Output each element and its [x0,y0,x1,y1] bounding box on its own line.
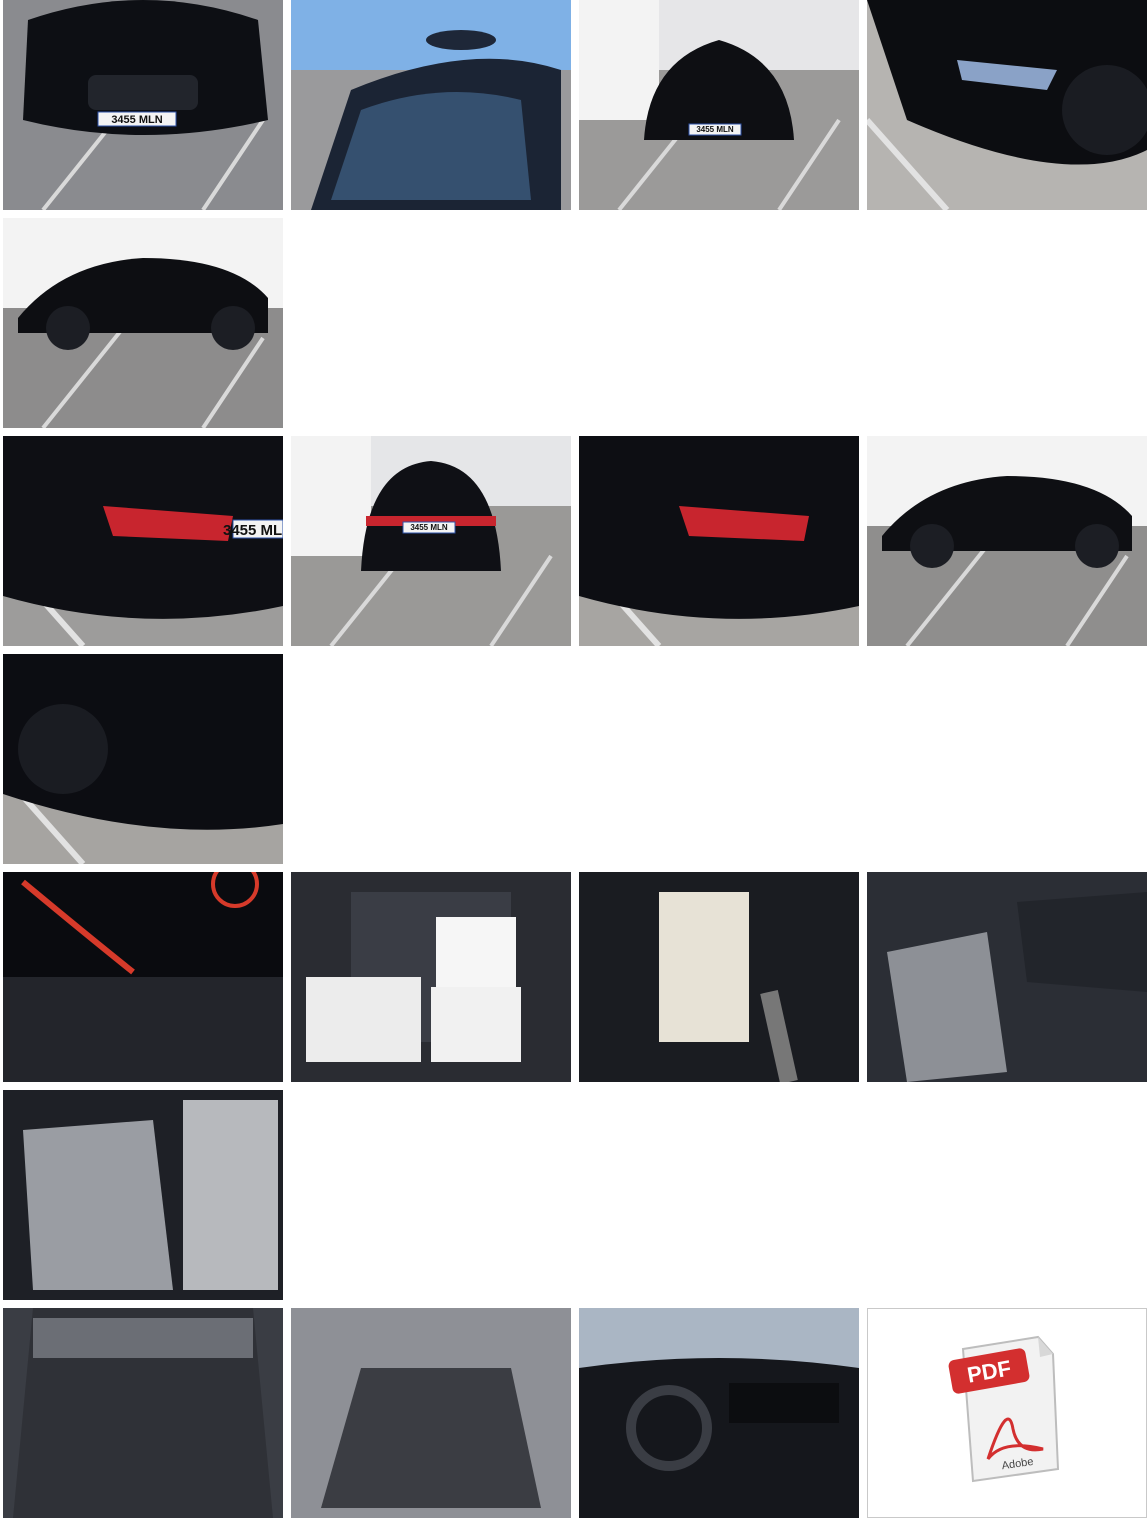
trunk-floor-photo [291,1308,571,1518]
gallery-photo[interactable]: 3455 MLN [579,0,859,210]
svg-text:3455 MLN: 3455 MLN [111,114,162,126]
gallery-photo[interactable]: 3455 MLN [291,436,571,646]
photo-gallery: 3455 MLN 3455 MLN 3455 MLN 3455 MLN PDFAdobe [0,0,1148,1521]
pdf-download-link[interactable]: PDF Adobe [867,1308,1147,1518]
gallery-photo[interactable] [3,872,283,1082]
gallery-photo[interactable] [867,0,1147,210]
car-front-photo: 3455 MLN [579,0,859,210]
car-front-corner-photo [3,654,283,864]
gallery-photo[interactable] [867,436,1147,646]
gallery-photo[interactable] [3,218,283,428]
license-plate: 3455 MLN [223,519,283,539]
car-rear-corner-photo [579,436,859,646]
rear-seats-photo [3,1090,283,1300]
car-headlight-photo [867,0,1147,210]
gallery-photo[interactable] [3,1308,283,1518]
gallery-photo[interactable] [579,436,859,646]
car-roof-photo [291,0,571,210]
license-plate: 3455 MLN [402,521,456,534]
gallery-photo[interactable] [291,0,571,210]
gallery-photo[interactable] [291,1308,571,1518]
car-side-photo [3,218,283,428]
svg-text:3455 MLN: 3455 MLN [223,522,283,539]
gallery-photo[interactable] [579,1308,859,1518]
gallery-photo[interactable] [579,872,859,1082]
gallery-photo[interactable]: 3455 MLN [3,436,283,646]
front-interior-photo [867,872,1147,1082]
gallery-photo[interactable] [291,872,571,1082]
svg-text:3455 MLN: 3455 MLN [410,523,448,532]
pdf-document-icon: PDFAdobe [948,1335,1060,1483]
license-plate: 3455 MLN [688,123,742,136]
gallery-photo[interactable] [3,1090,283,1300]
vin-label-photo [579,872,859,1082]
gallery-photo[interactable] [867,872,1147,1082]
car-rear-photo: 3455 MLN [291,436,571,646]
car-taillight-photo: 3455 MLN [3,436,283,646]
car-front-hood-photo: 3455 MLN [3,0,283,210]
car-side-rear-photo [867,436,1147,646]
license-plate: 3455 MLN [97,111,177,127]
svg-text:3455 MLN: 3455 MLN [696,125,734,134]
trunk-photo [3,1308,283,1518]
cockpit-photo [579,1308,859,1518]
dashboard-odometer-photo [3,872,283,1082]
gallery-photo[interactable] [3,654,283,864]
documents-seat-photo [291,872,571,1082]
gallery-photo[interactable]: 3455 MLN [3,0,283,210]
